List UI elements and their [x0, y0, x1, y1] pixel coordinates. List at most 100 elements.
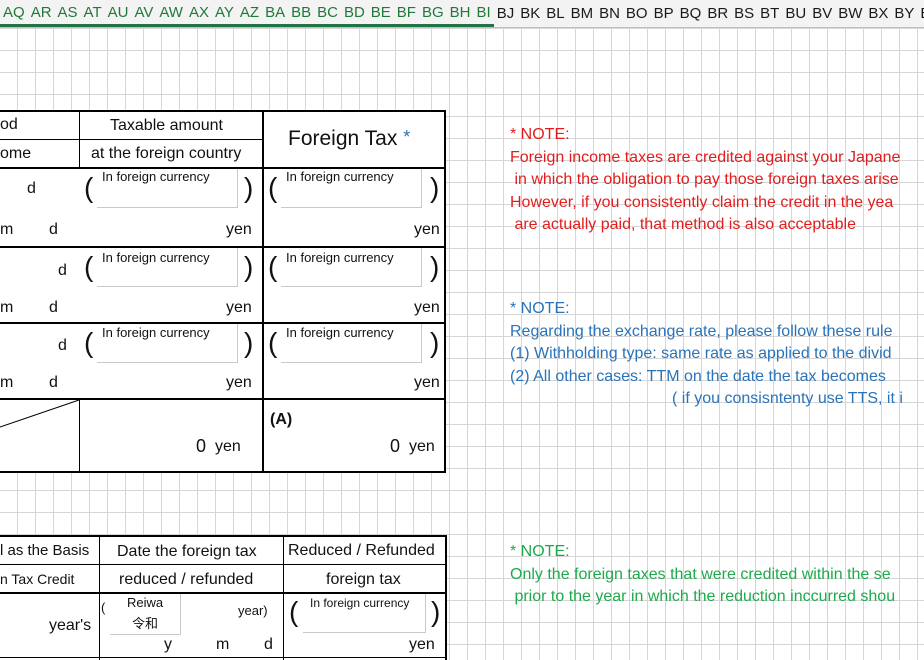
column-letter[interactable]: AW [156, 4, 186, 21]
row3-d2-label: d [49, 374, 58, 391]
column-letter[interactable]: BV [809, 5, 835, 22]
total-foreign-tax-yen: yen [409, 438, 435, 455]
t2-col2-head-1: Date the foreign tax [117, 543, 257, 560]
note-blue-line: ( if you consisntenty use TTS, it i [672, 390, 903, 408]
row1-ft-yen: yen [414, 221, 440, 238]
row1-ft-open-paren: ( [268, 172, 278, 203]
row2-taxable-currency-label: In foreign currency [102, 250, 210, 265]
other-columns[interactable]: BJBKBLBMBNBOBPBQBRBSBTBUBVBWBXBYBZCACBCC… [494, 5, 924, 22]
column-letter[interactable]: BT [757, 5, 782, 22]
diagonal-line [0, 399, 80, 428]
column-letter[interactable]: BM [568, 5, 597, 22]
row2-d-label: d [58, 262, 67, 279]
column-letter[interactable]: BA [262, 4, 288, 21]
total-taxable-yen: yen [215, 438, 241, 455]
row3-taxable-yen: yen [226, 374, 252, 391]
column-letter[interactable]: BX [865, 5, 891, 22]
column-letter[interactable]: BU [782, 5, 809, 22]
t2-years-label: year's [49, 617, 92, 634]
column-letter[interactable]: BJ [494, 5, 518, 22]
row1-taxable-yen: yen [226, 221, 252, 238]
column-letter[interactable]: AZ [237, 4, 262, 21]
note-green-line: Only the foreign taxes that were credite… [510, 565, 891, 583]
note-green-line: prior to the year in which the reduction… [510, 588, 896, 606]
t2-yen: yen [409, 636, 435, 653]
t2-m-label: m [216, 636, 230, 653]
row2-open-paren: ( [84, 251, 94, 282]
column-letter[interactable]: AQ [0, 4, 28, 21]
column-letter[interactable]: AS [55, 4, 81, 21]
column-letter[interactable]: BS [731, 5, 757, 22]
column-letter[interactable]: BP [651, 5, 677, 22]
note-red-line: in which the obligation to pay those for… [510, 171, 899, 189]
column-letter[interactable]: BC [314, 4, 341, 21]
column-letter[interactable]: BQ [677, 5, 705, 22]
column-letter[interactable]: BD [341, 4, 368, 21]
column-header-bar: AQ AR AS AT AU AV AW AX AY AZ BA BB BC BD BE BF BG BH BI B… [0, 0, 924, 28]
t2-ft-open-paren: ( [289, 596, 299, 627]
row2-taxable-yen: yen [226, 299, 252, 316]
row1-d2-label: d [49, 221, 58, 238]
foreign-tax-heading: Foreign Tax * [288, 127, 411, 150]
column-letter[interactable]: BY [891, 5, 917, 22]
column-letter[interactable]: BO [623, 5, 651, 22]
column-letter[interactable]: BI [474, 4, 494, 21]
t2-col2-head-2: reduced / refunded [119, 571, 254, 588]
column-letter[interactable]: BZ [917, 5, 924, 22]
row3-ft-yen: yen [414, 374, 440, 391]
note-red-line: are actually paid, that method is also a… [510, 216, 856, 234]
column-letter[interactable]: BF [394, 4, 419, 21]
t2-col1-head-1: l as the Basis [0, 542, 90, 559]
t2-d-label: d [264, 636, 273, 653]
row1-ft-currency-label: In foreign currency [286, 169, 394, 184]
asterisk-icon: * [403, 127, 411, 147]
column-letter[interactable]: AT [81, 4, 105, 21]
row2-ft-close-paren: ) [430, 251, 440, 282]
selected-columns[interactable]: AQ AR AS AT AU AV AW AX AY AZ BA BB BC BD BE BF BG BH BI [0, 0, 494, 27]
column-letter[interactable]: BN [596, 5, 623, 22]
t2-y-label: y [164, 636, 172, 653]
col2-head-1: Taxable amount [110, 117, 223, 134]
column-letter[interactable]: BL [543, 5, 567, 22]
note-red-line: However, if you consistently claim the c… [510, 193, 894, 211]
note-red-title: * NOTE: [510, 126, 570, 143]
column-letter[interactable]: AX [186, 4, 212, 21]
row3-taxable-currency-label: In foreign currency [102, 325, 210, 340]
column-letter[interactable]: BG [419, 4, 447, 21]
t2-currency-label: In foreign currency [310, 596, 410, 610]
t2-col1-head-2: n Tax Credit [0, 571, 75, 587]
row1-close-paren: ) [244, 172, 254, 203]
row2-ft-yen: yen [414, 299, 440, 316]
column-letter[interactable]: BW [835, 5, 865, 22]
row3-close-paren: ) [244, 327, 254, 358]
row2-d2-label: d [49, 299, 58, 316]
col1-head-2: ome [0, 145, 32, 162]
foreign-tax-table: od ome Taxable amount at the foreign cou… [0, 110, 446, 473]
row3-d-label: d [58, 337, 67, 354]
row3-ft-open-paren: ( [268, 327, 278, 358]
column-letter[interactable]: BB [288, 4, 314, 21]
column-letter[interactable]: BH [447, 4, 474, 21]
note-red: * NOTE: Foreign income taxes are credite… [510, 124, 900, 237]
reduced-refunded-table: l as the Basis n Tax Credit Date the for… [0, 535, 447, 660]
row3-ft-close-paren: ) [430, 327, 440, 358]
column-letter[interactable]: AV [131, 4, 156, 21]
note-green-title: * NOTE: [510, 543, 570, 560]
column-letter[interactable]: AR [28, 4, 55, 21]
row1-m-label: m [0, 221, 14, 238]
reiwa-label: Reiwa [127, 595, 164, 610]
column-letter[interactable]: BR [704, 5, 731, 22]
column-letter[interactable]: AY [212, 4, 237, 21]
row2-ft-open-paren: ( [268, 251, 278, 282]
column-letter[interactable]: BE [368, 4, 394, 21]
column-letter[interactable]: BK [517, 5, 543, 22]
row3-open-paren: ( [84, 327, 94, 358]
note-green: * NOTE: Only the foreign taxes that were… [510, 541, 895, 609]
row1-d-label: d [27, 180, 36, 197]
column-letter[interactable]: AU [105, 4, 132, 21]
row1-open-paren: ( [84, 172, 94, 203]
row3-m-label: m [0, 374, 14, 391]
note-blue-line: Regarding the exchange rate, please foll… [510, 322, 893, 340]
note-blue-title: * NOTE: [510, 300, 570, 317]
total-foreign-tax-value: 0 [390, 436, 401, 456]
